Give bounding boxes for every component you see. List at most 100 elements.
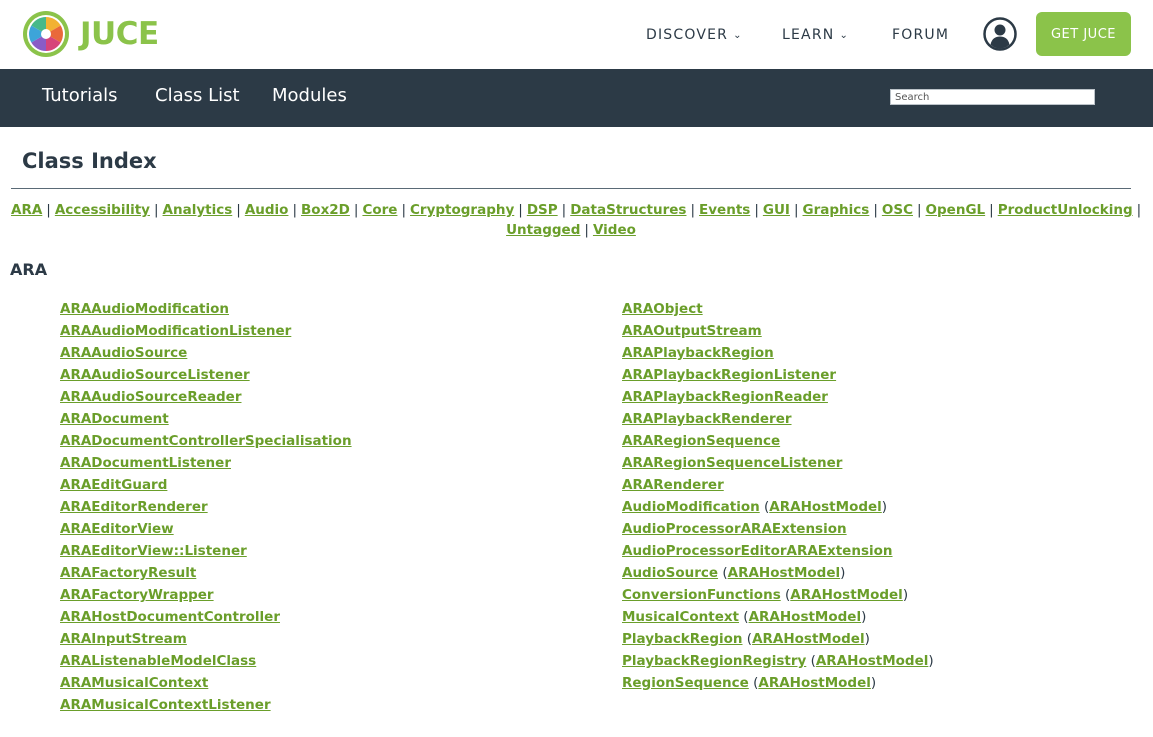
quick-index-separator: | [561, 202, 567, 218]
namespace-paren: ( [718, 565, 728, 581]
class-link[interactable]: ARAPlaybackRegionReader [622, 389, 828, 405]
class-link[interactable]: AudioProcessorEditorARAExtension [622, 543, 893, 559]
class-link[interactable]: ARAEditorRenderer [60, 499, 208, 515]
quick-index-link[interactable]: Video [593, 222, 636, 238]
user-avatar-icon[interactable] [983, 17, 1017, 51]
namespace-link[interactable]: ARAHostModel [758, 675, 871, 691]
nav-discover[interactable]: DISCOVER ⌄ [646, 0, 743, 69]
quick-index-link[interactable]: Analytics [163, 202, 233, 218]
class-entry: ARAHostDocumentController [60, 606, 352, 628]
top-header: JUCE DISCOVER ⌄ LEARN ⌄ FORUM GET JUCE [0, 0, 1153, 69]
quick-index-separator: | [46, 202, 51, 218]
chevron-down-icon: ⌄ [839, 30, 850, 41]
quick-index-link[interactable]: OpenGL [926, 202, 986, 218]
quick-index-link[interactable]: Untagged [506, 222, 580, 238]
class-link[interactable]: PlaybackRegionRegistry [622, 653, 806, 669]
class-link[interactable]: ARADocument [60, 411, 169, 427]
class-link[interactable]: ARAAudioSourceReader [60, 389, 241, 405]
namespace-paren: ) [881, 499, 888, 515]
quick-index-separator: | [916, 202, 922, 218]
quick-index-link[interactable]: Cryptography [410, 202, 514, 218]
class-link[interactable]: AudioProcessorARAExtension [622, 521, 847, 537]
quick-index-link[interactable]: ARA [11, 202, 42, 218]
class-link[interactable]: ARAAudioModification [60, 301, 229, 317]
class-entry: AudioProcessorARAExtension [622, 518, 934, 540]
class-entry: ARAPlaybackRegionReader [622, 386, 934, 408]
class-link[interactable]: ARAObject [622, 301, 703, 317]
namespace-link[interactable]: ARAHostModel [749, 609, 862, 625]
namespace-link[interactable]: ARAHostModel [790, 587, 903, 603]
quick-index-link[interactable]: Core [362, 202, 397, 218]
namespace-paren: ) [928, 653, 934, 669]
class-link[interactable]: AudioModification [622, 499, 760, 515]
juce-logo[interactable]: JUCE [22, 10, 159, 58]
tab-class-list[interactable]: Class List [155, 85, 240, 106]
juce-logo-icon [23, 11, 69, 57]
class-link[interactable]: ARARegionSequenceListener [622, 455, 842, 471]
quick-index-link[interactable]: Graphics [803, 202, 870, 218]
class-link[interactable]: AudioSource [622, 565, 718, 581]
quick-index-link[interactable]: Box2D [301, 202, 350, 218]
quick-index-link[interactable]: OSC [882, 202, 913, 218]
class-link[interactable]: ARAAudioModificationListener [60, 323, 291, 339]
quick-index-separator: | [873, 202, 878, 218]
chevron-down-icon: ⌄ [733, 30, 743, 41]
class-link[interactable]: ARAInputStream [60, 631, 187, 647]
nav-forum[interactable]: FORUM [892, 0, 949, 69]
namespace-link[interactable]: ARAHostModel [752, 631, 865, 647]
quick-index-link[interactable]: ProductUnlocking [998, 202, 1133, 218]
class-link[interactable]: ARAMusicalContextListener [60, 697, 271, 713]
nav-learn[interactable]: LEARN ⌄ [782, 0, 849, 69]
class-link[interactable]: ARAHostDocumentController [60, 609, 280, 625]
namespace-paren: ) [870, 675, 877, 691]
namespace-link[interactable]: ARAHostModel [816, 653, 929, 669]
class-entry: ARAAudioModificationListener [60, 320, 352, 342]
namespace-link[interactable]: ARAHostModel [769, 499, 882, 515]
quick-index-link[interactable]: DSP [527, 202, 558, 218]
class-link[interactable]: ARAPlaybackRegion [622, 345, 774, 361]
class-link[interactable]: ARAMusicalContext [60, 675, 208, 691]
namespace-paren: ( [742, 631, 753, 647]
class-link[interactable]: ARARenderer [622, 477, 724, 493]
class-link[interactable]: ARAFactoryWrapper [60, 587, 214, 603]
namespace-link[interactable]: ARAHostModel [728, 565, 841, 581]
class-link[interactable]: ARAEditorView::Listener [60, 543, 247, 559]
get-juce-button[interactable]: GET JUCE [1036, 12, 1131, 56]
class-entry: ARARegionSequenceListener [622, 452, 934, 474]
quick-index-separator: | [236, 202, 241, 218]
class-link[interactable]: ARAFactoryResult [60, 565, 196, 581]
namespace-paren: ( [806, 653, 816, 669]
quick-index-link[interactable]: Audio [245, 202, 289, 218]
class-link[interactable]: ARAPlaybackRenderer [622, 411, 792, 427]
class-link[interactable]: ARAOutputStream [622, 323, 762, 339]
quick-index-link[interactable]: Events [699, 202, 750, 218]
search-input[interactable] [890, 89, 1095, 105]
quick-index-link[interactable]: Accessibility [55, 202, 150, 218]
class-link[interactable]: RegionSequence [622, 675, 749, 691]
quick-index: ARA | Accessibility | Analytics | Audio | Box2D |… [11, 200, 1141, 240]
class-link[interactable]: ARAEditorView [60, 521, 174, 537]
quick-index-link[interactable]: DataStructures [570, 202, 686, 218]
class-link[interactable]: ARAPlaybackRegionListener [622, 367, 836, 383]
quick-index-separator: | [292, 202, 297, 218]
class-link[interactable]: ARAAudioSourceListener [60, 367, 250, 383]
quick-index-link[interactable]: GUI [763, 202, 790, 218]
class-link[interactable]: MusicalContext [622, 609, 739, 625]
class-link[interactable]: ConversionFunctions [622, 587, 781, 603]
class-entry: ARAPlaybackRenderer [622, 408, 934, 430]
class-link[interactable]: ARADocumentListener [60, 455, 231, 471]
class-column-2: ARAObject ARAOutputStream ARAPlaybackRegio… [622, 298, 934, 694]
class-entry: ARAFactoryWrapper [60, 584, 352, 606]
class-link[interactable]: ARARegionSequence [622, 433, 780, 449]
tab-modules[interactable]: Modules [272, 85, 347, 106]
class-link[interactable]: ARAAudioSource [60, 345, 187, 361]
class-entry: RegionSequence (ARAHostModel) [622, 672, 934, 694]
logo-text: JUCE [80, 16, 159, 52]
section-letter: ARA [10, 260, 48, 279]
namespace-paren: ) [840, 565, 846, 581]
tab-tutorials[interactable]: Tutorials [42, 85, 118, 106]
class-link[interactable]: ARAListenableModelClass [60, 653, 256, 669]
class-link[interactable]: ARADocumentControllerSpecialisation [60, 433, 352, 449]
class-link[interactable]: ARAEditGuard [60, 477, 167, 493]
class-link[interactable]: PlaybackRegion [622, 631, 743, 647]
